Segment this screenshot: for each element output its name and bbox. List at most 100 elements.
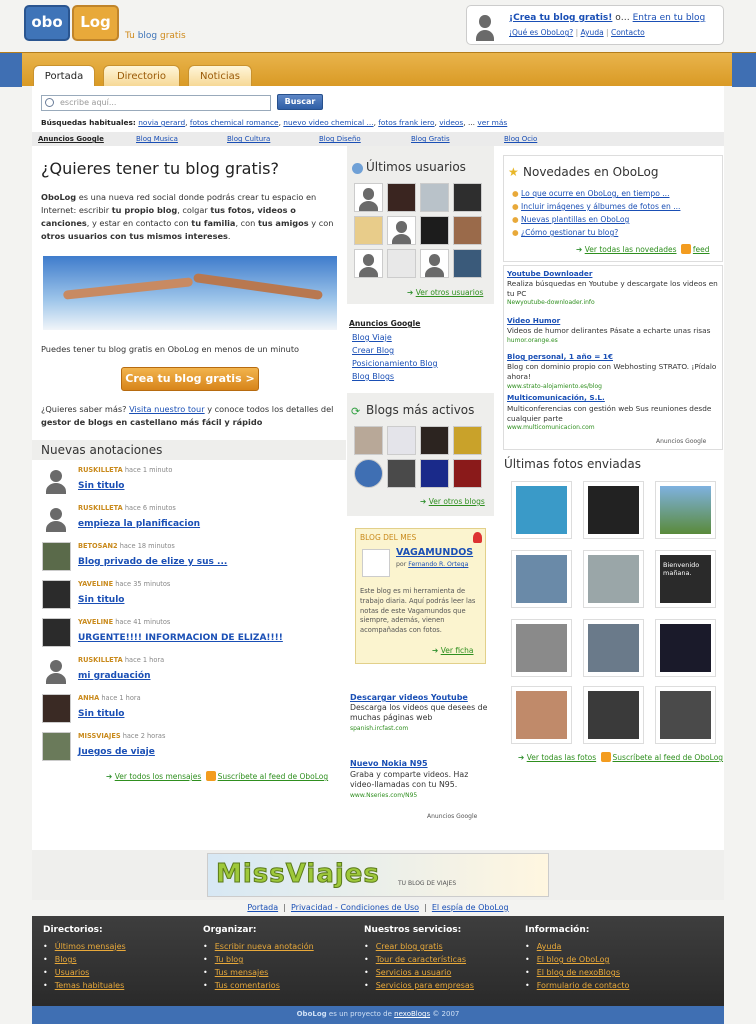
ad-link[interactable]: Blog Diseño [319,135,361,143]
user-thumb[interactable] [420,249,449,278]
user-thumb[interactable] [354,183,383,212]
search-link[interactable]: fotos chemical romance [190,118,279,127]
footer-item[interactable]: El blog de nexoBlogs [525,966,629,979]
more-searches-link[interactable]: ver más [477,118,507,127]
user-thumb[interactable] [453,183,482,212]
note-title[interactable]: Sin titulo [78,595,124,605]
footer-item[interactable]: Usuarios [43,966,126,979]
blog-thumb[interactable] [420,459,449,488]
footer-item[interactable]: Tus comentarios [203,979,314,992]
user-thumb[interactable] [354,249,383,278]
note-user[interactable]: MISSVIAJES [78,732,121,740]
photo-thumb[interactable] [511,619,572,677]
ad-title[interactable]: Video Humor [507,316,560,325]
all-messages-link[interactable]: Ver todos los mensajes [115,772,202,781]
user-thumb[interactable] [420,216,449,245]
user-thumb[interactable] [354,216,383,245]
note-title[interactable]: empieza la planificacion [78,519,200,529]
help-link[interactable]: Ayuda [581,28,604,37]
note-title[interactable]: Sin titulo [78,709,124,719]
search-link[interactable]: novia gerard [138,118,185,127]
user-thumb[interactable] [387,183,416,212]
note-title[interactable]: Sin titulo [78,481,124,491]
ad-mid-link[interactable]: Blog Viaje [352,333,392,342]
user-thumb[interactable] [387,216,416,245]
footer-item[interactable]: Crear blog gratis [364,940,474,953]
footer-link[interactable]: Privacidad - Condiciones de Uso [291,903,419,912]
note-title[interactable]: Juegos de viaje [78,747,155,757]
photo-thumb[interactable] [583,550,644,608]
search-link[interactable]: nuevo video chemical ... [283,118,373,127]
more-users-link[interactable]: Ver otros usuarios [416,288,484,297]
note-user[interactable]: RUSKILLETA [78,466,123,474]
author-link[interactable]: Fernando R. Ortega [408,561,468,568]
footer-link[interactable]: El espía de OboLog [432,903,509,912]
footer-item[interactable]: Tu blog [203,953,314,966]
news-link[interactable]: Incluir imágenes y álbumes de fotos en .… [521,202,680,211]
photo-thumb[interactable] [583,619,644,677]
note-user[interactable]: YAVELINE [78,580,113,588]
blog-thumb[interactable] [420,426,449,455]
ad-title[interactable]: Blog personal, 1 año = 1€ [507,352,613,361]
footer-item[interactable]: Servicios para empresas [364,979,474,992]
footer-item[interactable]: Blogs [43,953,126,966]
ad-link[interactable]: Blog Cultura [227,135,270,143]
note-user[interactable]: RUSKILLETA [78,656,123,664]
photo-thumb[interactable] [511,481,572,539]
enter-blog-link[interactable]: Entra en tu blog [633,13,706,23]
news-link[interactable]: ¿Cómo gestionar tu blog? [521,228,618,237]
create-blog-link[interactable]: ¡Crea tu blog gratis! [509,13,612,23]
all-photos-link[interactable]: Ver todas las fotos [527,753,596,762]
ad-title[interactable]: Descargar videos Youtube [350,693,468,702]
note-title[interactable]: URGENTE!!!! INFORMACION DE ELIZA!!!! [78,633,283,643]
search-input[interactable]: escribe aquí... [41,95,271,111]
ad-link[interactable]: Blog Gratis [411,135,450,143]
footer-item[interactable]: Temas habituales [43,979,126,992]
ad-link[interactable]: Blog Ocio [504,135,537,143]
blog-thumb[interactable] [387,426,416,455]
footer-item[interactable]: Escribir nueva anotación [203,940,314,953]
blog-thumb[interactable] [453,426,482,455]
ad-title[interactable]: Multicomunicación, S.L. [507,393,605,402]
create-blog-button[interactable]: Crea tu blog gratis > [121,367,259,391]
photo-thumb[interactable] [655,481,716,539]
footer-item[interactable]: Tour de características [364,953,474,966]
photo-thumb[interactable] [583,686,644,744]
obolog-logo[interactable]: obo Log [24,5,121,42]
news-link[interactable]: Nuevas plantillas en OboLog [521,215,629,224]
footer-item[interactable]: Servicios a usuario [364,966,474,979]
photo-thumb[interactable] [511,686,572,744]
photo-thumb[interactable] [655,686,716,744]
footer-item[interactable]: Últimos mensajes [43,940,126,953]
user-thumb[interactable] [387,249,416,278]
blog-of-month-name[interactable]: VAGAMUNDOS [396,547,473,558]
photo-thumb[interactable]: Bienvenido mañana. [655,550,716,608]
blog-thumb[interactable] [387,459,416,488]
note-title[interactable]: Blog privado de elize y sus ... [78,557,227,567]
photo-thumb[interactable] [583,481,644,539]
view-profile-link[interactable]: Ver ficha [441,646,474,655]
contact-link[interactable]: Contacto [611,28,645,37]
footer-item[interactable]: Ayuda [525,940,629,953]
news-feed-link[interactable]: feed [693,245,710,254]
news-link[interactable]: Lo que ocurre en OboLog, en tiempo ... [521,189,669,198]
note-user[interactable]: BETOSAN2 [78,542,118,550]
ad-mid-link[interactable]: Blog Blogs [352,372,394,381]
tab-directorio[interactable]: Directorio [103,65,180,87]
user-thumb[interactable] [453,216,482,245]
ad-mid-link[interactable]: Posicionamiento Blog [352,359,438,368]
blog-thumb[interactable] [354,426,383,455]
missviajes-banner[interactable]: MissViajes TU BLOG DE VIAJES [207,853,549,897]
ad-link[interactable]: Blog Musica [136,135,178,143]
search-link[interactable]: videos [439,118,463,127]
photo-thumb[interactable] [655,619,716,677]
search-link[interactable]: fotos frank iero [378,118,434,127]
ad-title[interactable]: Nuevo Nokia N95 [350,759,428,768]
tab-noticias[interactable]: Noticias [188,65,252,87]
blog-thumb[interactable] [354,459,383,488]
nexoblogs-link[interactable]: nexoBlogs [394,1010,430,1018]
footer-item[interactable]: Formulario de contacto [525,979,630,992]
more-blogs-link[interactable]: Ver otros blogs [429,497,485,506]
note-user[interactable]: ANHA [78,694,99,702]
ad-mid-link[interactable]: Crear Blog [352,346,394,355]
